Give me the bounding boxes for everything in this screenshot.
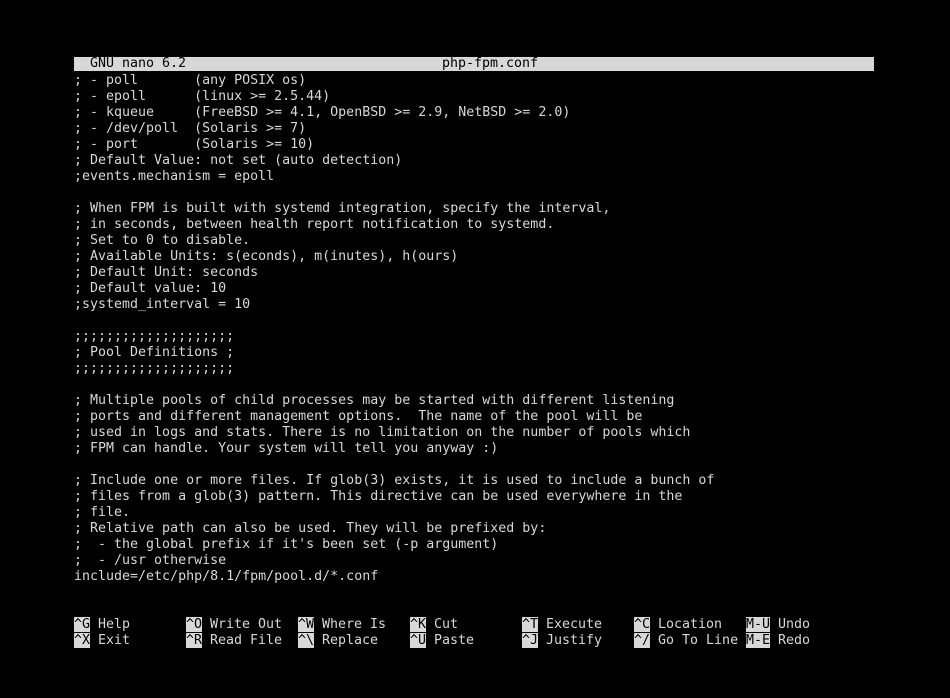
shortcut-label: Justify <box>546 633 603 648</box>
shortcut-undo[interactable]: M-U Undo <box>746 617 810 633</box>
shortcut-location[interactable]: ^C Location <box>634 617 722 633</box>
shortcut-key: M-U <box>746 617 771 632</box>
shortcut-write-out[interactable]: ^O Write Out <box>186 617 282 633</box>
editor-line[interactable] <box>74 377 874 393</box>
editor-line[interactable]: ;events.mechanism = epoll <box>74 169 874 185</box>
shortcut-key: ^K <box>410 617 427 632</box>
editor-line[interactable] <box>74 457 874 473</box>
editor-line[interactable]: ; Default Unit: seconds <box>74 265 874 281</box>
shortcut-key: ^O <box>186 617 203 632</box>
editor-line[interactable] <box>74 185 874 201</box>
editor-line[interactable]: ; Multiple pools of child processes may … <box>74 393 874 409</box>
shortcut-cut[interactable]: ^K Cut <box>410 617 458 633</box>
editor-line[interactable]: ; - /dev/poll (Solaris >= 7) <box>74 121 874 137</box>
editor-line[interactable]: ; - kqueue (FreeBSD >= 4.1, OpenBSD >= 2… <box>74 105 874 121</box>
shortcut-label: Go To Line <box>658 633 739 648</box>
editor-line[interactable]: ; in seconds, between health report noti… <box>74 217 874 233</box>
shortcut-help[interactable]: ^G Help <box>74 617 130 633</box>
shortcut-paste[interactable]: ^U Paste <box>410 633 474 649</box>
shortcut-key: ^C <box>634 617 651 632</box>
shortcut-go-to-line[interactable]: ^/ Go To Line <box>634 633 738 649</box>
editor-line[interactable]: ; Relative path can also be used. They w… <box>74 521 874 537</box>
editor-line[interactable]: include=/etc/php/8.1/fpm/pool.d/*.conf <box>74 569 874 585</box>
shortcut-key: ^W <box>298 617 315 632</box>
shortcut-bar: ^G Help ^O Write Out ^W Where Is ^K Cut ^T Ex… <box>74 617 874 649</box>
editor-version: GNU nano 6.2 <box>90 56 187 71</box>
shortcut-label: Exit <box>98 633 131 648</box>
shortcut-read-file[interactable]: ^R Read File <box>186 633 282 649</box>
shortcut-key: ^X <box>74 633 91 648</box>
editor-text-area[interactable]: ; - poll (any POSIX os) ; - epoll (linux… <box>74 73 874 585</box>
shortcut-label: Help <box>98 617 131 632</box>
editor-line[interactable]: ; Include one or more files. If glob(3) … <box>74 473 874 489</box>
editor-line[interactable]: ; - poll (any POSIX os) <box>74 73 874 89</box>
editor-line[interactable]: ; files from a glob(3) pattern. This dir… <box>74 489 874 505</box>
editor-line[interactable]: ; Default value: 10 <box>74 281 874 297</box>
editor-line[interactable]: ; - epoll (linux >= 2.5.44) <box>74 89 874 105</box>
shortcut-key: ^G <box>74 617 91 632</box>
file-name: php-fpm.conf <box>442 56 539 71</box>
editor-line[interactable]: ; Set to 0 to disable. <box>74 233 874 249</box>
shortcut-label: Redo <box>778 633 811 648</box>
shortcut-label: Where Is <box>322 617 387 632</box>
shortcut-label: Paste <box>434 633 475 648</box>
nano-editor: GNU nano 6.2 php-fpm.conf ; - poll (any … <box>74 57 874 585</box>
shortcut-key: M-E <box>746 633 771 648</box>
shortcut-key: ^/ <box>634 633 651 648</box>
editor-line[interactable]: ; used in logs and stats. There is no li… <box>74 425 874 441</box>
editor-line[interactable]: ; - /usr otherwise <box>74 553 874 569</box>
shortcut-key: ^T <box>522 617 539 632</box>
shortcut-label: Read File <box>210 633 283 648</box>
editor-line[interactable]: ; Pool Definitions ; <box>74 345 874 361</box>
shortcut-exit[interactable]: ^X Exit <box>74 633 130 649</box>
shortcut-label: Cut <box>434 617 459 632</box>
shortcut-execute[interactable]: ^T Execute <box>522 617 602 633</box>
shortcut-label: Execute <box>546 617 603 632</box>
editor-line[interactable]: ; Default Value: not set (auto detection… <box>74 153 874 169</box>
editor-line[interactable]: ;;;;;;;;;;;;;;;;;;;; <box>74 361 874 377</box>
editor-line[interactable] <box>74 313 874 329</box>
shortcut-replace[interactable]: ^\ Replace <box>298 633 378 649</box>
editor-line[interactable]: ; FPM can handle. Your system will tell … <box>74 441 874 457</box>
shortcut-row: ^G Help ^O Write Out ^W Where Is ^K Cut ^T Ex… <box>74 617 874 633</box>
shortcut-justify[interactable]: ^J Justify <box>522 633 602 649</box>
title-bar: GNU nano 6.2 php-fpm.conf <box>74 57 874 71</box>
shortcut-where-is[interactable]: ^W Where Is <box>298 617 386 633</box>
shortcut-label: Replace <box>322 633 379 648</box>
shortcut-label: Location <box>658 617 723 632</box>
shortcut-key: ^R <box>186 633 203 648</box>
shortcut-key: ^J <box>522 633 539 648</box>
editor-line[interactable]: ; - the global prefix if it's been set (… <box>74 537 874 553</box>
shortcut-label: Write Out <box>210 617 283 632</box>
editor-line[interactable]: ; - port (Solaris >= 10) <box>74 137 874 153</box>
editor-line[interactable]: ;;;;;;;;;;;;;;;;;;;; <box>74 329 874 345</box>
shortcut-redo[interactable]: M-E Redo <box>746 633 810 649</box>
shortcut-key: ^\ <box>298 633 315 648</box>
editor-line[interactable]: ; ports and different management options… <box>74 409 874 425</box>
shortcut-label: Undo <box>778 617 811 632</box>
editor-line[interactable]: ; Available Units: s(econds), m(inutes),… <box>74 249 874 265</box>
shortcut-row: ^X Exit ^R Read File ^\ Replace ^U Paste ^J J… <box>74 633 874 649</box>
shortcut-key: ^U <box>410 633 427 648</box>
editor-line[interactable]: ; file. <box>74 505 874 521</box>
editor-line[interactable]: ; When FPM is built with systemd integra… <box>74 201 874 217</box>
editor-line[interactable]: ;systemd_interval = 10 <box>74 297 874 313</box>
